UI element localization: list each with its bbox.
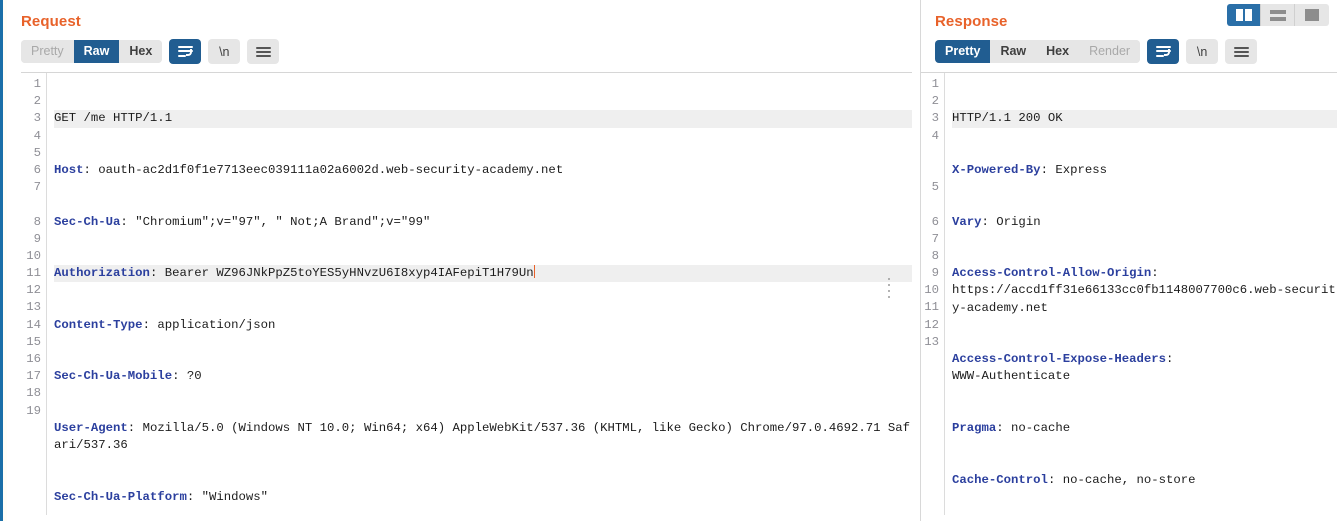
menu-icon: [1233, 45, 1249, 59]
panel-resize-grip[interactable]: [888, 278, 893, 300]
panel-divider: [920, 0, 921, 521]
request-word-wrap-button[interactable]: [169, 39, 202, 64]
request-line-1: GET /me HTTP/1.1: [54, 110, 912, 128]
response-view-tabs[interactable]: Pretty Raw Hex Render: [935, 39, 1141, 64]
response-tab-render[interactable]: Render: [1079, 39, 1141, 64]
request-body-text[interactable]: GET /me HTTP/1.1 Host: oauth-ac2d1f0f1e7…: [47, 73, 912, 515]
response-line-5: Access-Control-Expose-Headers: WWW-Authe…: [952, 352, 1174, 384]
word-wrap-icon: [1155, 46, 1171, 57]
layout-split-horizontal-button[interactable]: [1261, 4, 1295, 26]
request-line-8: Sec-Ch-Ua-Platform: "Windows": [54, 489, 269, 504]
menu-icon: [255, 45, 271, 59]
response-line-7: Cache-Control: no-cache, no-store: [952, 472, 1196, 487]
request-line-2: Host: oauth-ac2d1f0f1e7713eec039111a02a6…: [54, 163, 564, 178]
response-panel: Response Pretty Raw Hex Render \n 1 2 3 …: [920, 0, 1337, 521]
response-newline-button[interactable]: \n: [1186, 39, 1219, 64]
request-line-4: Authorization: Bearer WZ96JNkPpZ5toYES5y…: [54, 265, 912, 283]
request-line-5: Content-Type: application/json: [54, 317, 276, 332]
request-panel: Request Pretty Raw Hex \n 1 2 3 4 5 6 7 …: [0, 0, 920, 521]
request-tab-hex[interactable]: Hex: [119, 39, 163, 64]
newline-icon: \n: [219, 44, 230, 59]
request-view-tabs[interactable]: Pretty Raw Hex: [21, 39, 163, 64]
layout-split-vertical-button[interactable]: [1227, 4, 1261, 26]
request-menu-button[interactable]: [247, 39, 280, 64]
newline-icon: \n: [1196, 44, 1208, 59]
split-horizontal-icon: [1269, 9, 1286, 21]
response-line-2: X-Powered-By: Express: [952, 163, 1107, 178]
split-vertical-icon: [1235, 9, 1252, 21]
response-word-wrap-button[interactable]: [1147, 39, 1180, 64]
request-editor[interactable]: 1 2 3 4 5 6 7 8 9 10 11 12 13 14 15 16 1: [21, 72, 912, 515]
response-menu-button[interactable]: [1225, 39, 1258, 64]
response-line-6: Pragma: no-cache: [952, 421, 1071, 436]
layout-toggle-group[interactable]: [1227, 4, 1329, 26]
left-gutter-strip: [3, 0, 7, 521]
response-editor[interactable]: 1 2 3 4 5 6 7 8 9 10 11 12 13 HTTP/1.1 2…: [920, 72, 1337, 515]
text-caret: [533, 265, 536, 279]
response-line-numbers: 1 2 3 4 5 6 7 8 9 10 11 12 13: [920, 73, 945, 515]
request-tab-pretty[interactable]: Pretty: [21, 39, 74, 64]
request-line-6: Sec-Ch-Ua-Mobile: ?0: [54, 369, 202, 384]
layout-single-pane-button[interactable]: [1295, 4, 1329, 26]
response-toolbar: Pretty Raw Hex Render \n: [920, 30, 1337, 72]
response-line-4: Access-Control-Allow-Origin: https://acc…: [952, 266, 1336, 315]
request-toolbar: Pretty Raw Hex \n: [7, 30, 920, 72]
response-line-3: Vary: Origin: [952, 214, 1041, 229]
response-tab-pretty[interactable]: Pretty: [935, 39, 991, 64]
request-tab-raw[interactable]: Raw: [73, 39, 120, 64]
word-wrap-icon: [177, 46, 193, 57]
request-panel-title: Request: [21, 13, 81, 30]
response-line-1: HTTP/1.1 200 OK: [952, 110, 1337, 128]
request-line-3: Sec-Ch-Ua: "Chromium";v="97", " Not;A Br…: [54, 214, 431, 229]
request-line-numbers: 1 2 3 4 5 6 7 8 9 10 11 12 13 14 15 16 1: [21, 73, 47, 515]
request-newline-button[interactable]: \n: [208, 39, 241, 64]
burp-message-editor: Request Pretty Raw Hex \n 1 2 3 4 5 6 7 …: [0, 0, 1337, 521]
request-line-7: User-Agent: Mozilla/5.0 (Windows NT 10.0…: [54, 421, 911, 453]
single-pane-icon: [1305, 9, 1319, 21]
response-body-text[interactable]: HTTP/1.1 200 OK X-Powered-By: Express Va…: [945, 73, 1337, 515]
response-tab-hex[interactable]: Hex: [1036, 39, 1080, 64]
response-tab-raw[interactable]: Raw: [990, 39, 1037, 64]
